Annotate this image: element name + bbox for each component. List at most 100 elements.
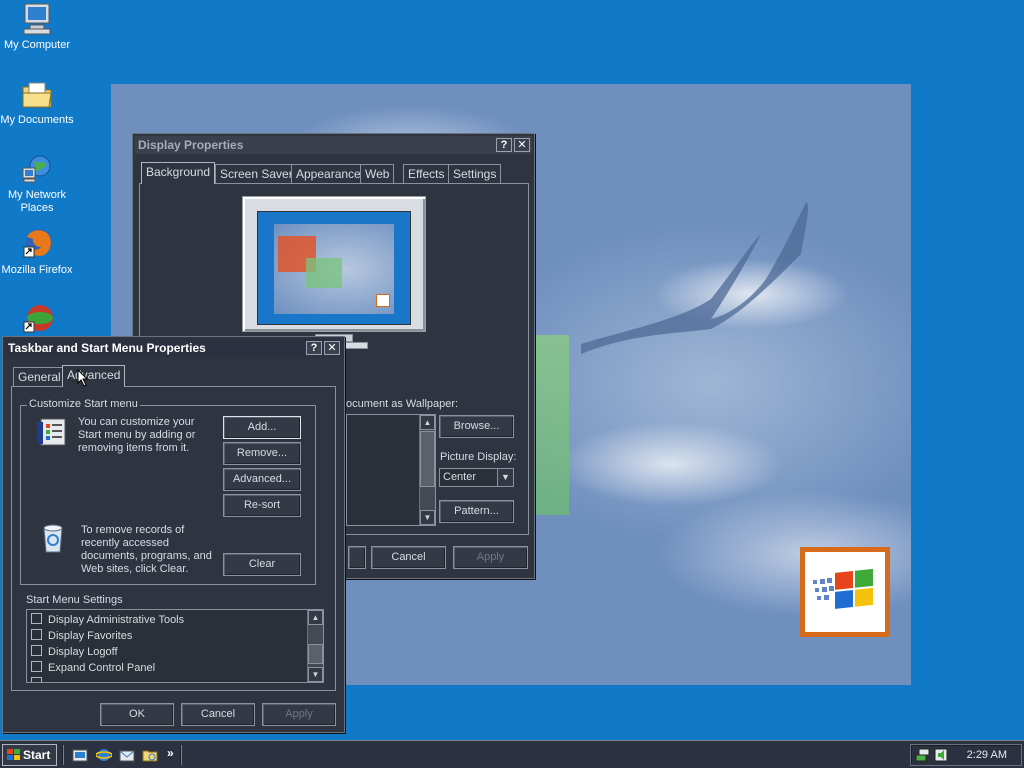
taskbar-properties-titlebar[interactable]: Taskbar and Start Menu Properties ? ✕: [5, 339, 342, 357]
volume-tray-icon[interactable]: [933, 747, 949, 763]
checkbox[interactable]: [31, 661, 42, 672]
records-text-line1: To remove records of: [81, 524, 185, 536]
clear-button[interactable]: Clear: [223, 553, 301, 576]
add-button[interactable]: Add...: [223, 416, 301, 439]
preview-windows-logo: [376, 294, 390, 307]
checkbox[interactable]: [31, 629, 42, 640]
system-tray: 2:29 AM: [910, 744, 1022, 766]
preview-green-block: [306, 258, 342, 288]
start-button[interactable]: Start: [2, 744, 57, 766]
tab-web[interactable]: Web: [360, 164, 395, 184]
wallpaper-listbox[interactable]: ▲ ▼: [346, 414, 436, 526]
chevron-down-icon[interactable]: ▼: [497, 469, 513, 486]
remove-button[interactable]: Remove...: [223, 442, 301, 465]
recycle-bin-icon: [43, 524, 63, 553]
show-desktop-icon[interactable]: [72, 747, 88, 763]
desktop-icon-my-network-places[interactable]: My Network Places: [0, 152, 74, 215]
customize-text-line3: removing items from it.: [78, 442, 190, 454]
network-tray-icon[interactable]: [915, 747, 931, 763]
wallpaper-label: ocument as Wallpaper:: [346, 398, 459, 410]
apply-button[interactable]: Apply: [262, 703, 336, 726]
records-text-line3: documents, programs, and: [81, 550, 212, 562]
desktop-icon-label: Mozilla Firefox: [1, 264, 73, 276]
setting-expand-control-panel[interactable]: Expand Control Panel: [31, 660, 155, 676]
scroll-thumb[interactable]: [420, 431, 435, 487]
pattern-button[interactable]: Pattern...: [439, 500, 514, 523]
windows-flag-icon: [813, 568, 873, 609]
advanced-button[interactable]: Advanced...: [223, 468, 301, 491]
internet-explorer-icon[interactable]: [96, 747, 112, 763]
display-properties-titlebar[interactable]: Display Properties ? ✕: [135, 136, 532, 154]
desktop-icon-label: My Documents: [0, 114, 74, 126]
taskbar-separator: [62, 745, 64, 765]
tab-advanced[interactable]: Advanced: [62, 365, 126, 387]
cancel-button[interactable]: Cancel: [371, 546, 446, 569]
scroll-down-button[interactable]: ▼: [308, 667, 323, 682]
scroll-thumb[interactable]: [308, 644, 323, 664]
monitor-preview: [242, 196, 426, 332]
records-text-line2: recently accessed: [81, 537, 170, 549]
taskbar: Start » 2:29 AM: [0, 740, 1024, 768]
tab-screen-saver[interactable]: Screen Saver: [215, 164, 298, 184]
group-label: Customize Start menu: [27, 398, 140, 410]
setting-partial-row[interactable]: [31, 676, 48, 682]
browse-button[interactable]: Browse...: [439, 415, 514, 438]
taskbar-properties-window[interactable]: Taskbar and Start Menu Properties ? ✕ Ge…: [2, 336, 345, 733]
scroll-down-button[interactable]: ▼: [420, 510, 435, 525]
ok-button-partial[interactable]: [348, 546, 366, 569]
monitor-screen: [257, 211, 411, 325]
outlook-express-icon[interactable]: [119, 747, 135, 763]
desktop-icon-app[interactable]: [0, 302, 74, 339]
close-button[interactable]: ✕: [324, 341, 340, 355]
quicklaunch-chevron-icon[interactable]: »: [167, 746, 174, 760]
desktop-icon-mozilla-firefox[interactable]: Mozilla Firefox: [0, 227, 74, 277]
start-menu-settings-list[interactable]: Display Administrative Tools Display Fav…: [26, 609, 324, 683]
network-icon: [20, 152, 54, 186]
checkbox[interactable]: [31, 645, 42, 656]
customize-text-line2: Start menu by adding or: [78, 429, 196, 441]
mouse-cursor-icon: [77, 369, 89, 387]
start-menu-settings-label: Start Menu Settings: [26, 594, 123, 606]
start-menu-icon: [37, 418, 66, 446]
checkbox[interactable]: [31, 613, 42, 624]
setting-display-logoff[interactable]: Display Logoff: [31, 644, 118, 660]
picture-display-select[interactable]: Center ▼: [439, 468, 514, 487]
desktop-icon-label: My Network: [7, 189, 67, 201]
windows-logo-wallpaper: [800, 547, 890, 637]
tab-background[interactable]: Background: [141, 162, 216, 184]
scroll-up-button[interactable]: ▲: [420, 415, 435, 430]
explorer-icon[interactable]: [142, 747, 158, 763]
desktop-icon-label: My Computer: [3, 39, 71, 51]
help-button[interactable]: ?: [496, 138, 512, 152]
tab-general[interactable]: General: [13, 367, 66, 387]
customize-text-line1: You can customize your: [78, 416, 195, 428]
desktop-icon-label-line2: Places: [20, 202, 54, 214]
scroll-up-button[interactable]: ▲: [308, 610, 323, 625]
wallpaper-green-strip: [535, 335, 569, 515]
desktop-icon-my-computer[interactable]: My Computer: [0, 2, 74, 52]
cancel-button[interactable]: Cancel: [181, 703, 255, 726]
apply-button[interactable]: Apply: [453, 546, 528, 569]
resort-button[interactable]: Re-sort: [223, 494, 301, 517]
help-button[interactable]: ?: [306, 341, 322, 355]
tab-settings[interactable]: Settings: [448, 164, 502, 184]
checkbox[interactable]: [31, 677, 42, 682]
windows-flag-icon: [7, 749, 20, 760]
clock[interactable]: 2:29 AM: [967, 749, 1007, 761]
desktop-icon-my-documents[interactable]: My Documents: [0, 77, 74, 127]
advanced-tab-panel: Customize Start menu You can customize y…: [11, 386, 336, 691]
computer-icon: [20, 2, 54, 36]
close-button[interactable]: ✕: [514, 138, 530, 152]
wallpaper-scrollbar[interactable]: ▲ ▼: [419, 415, 435, 525]
setting-display-favorites[interactable]: Display Favorites: [31, 628, 132, 644]
setting-display-admin-tools[interactable]: Display Administrative Tools: [31, 612, 184, 628]
customize-start-menu-group: Customize Start menu You can customize y…: [20, 398, 316, 585]
window-title: Taskbar and Start Menu Properties: [8, 341, 206, 355]
ok-button[interactable]: OK: [100, 703, 174, 726]
tab-effects[interactable]: Effects: [403, 164, 450, 184]
picture-display-label: Picture Display:: [440, 451, 517, 463]
settings-scrollbar[interactable]: ▲ ▼: [307, 610, 323, 682]
window-title: Display Properties: [138, 138, 244, 152]
firefox-icon: [20, 227, 54, 261]
tab-appearance[interactable]: Appearance: [291, 164, 366, 184]
